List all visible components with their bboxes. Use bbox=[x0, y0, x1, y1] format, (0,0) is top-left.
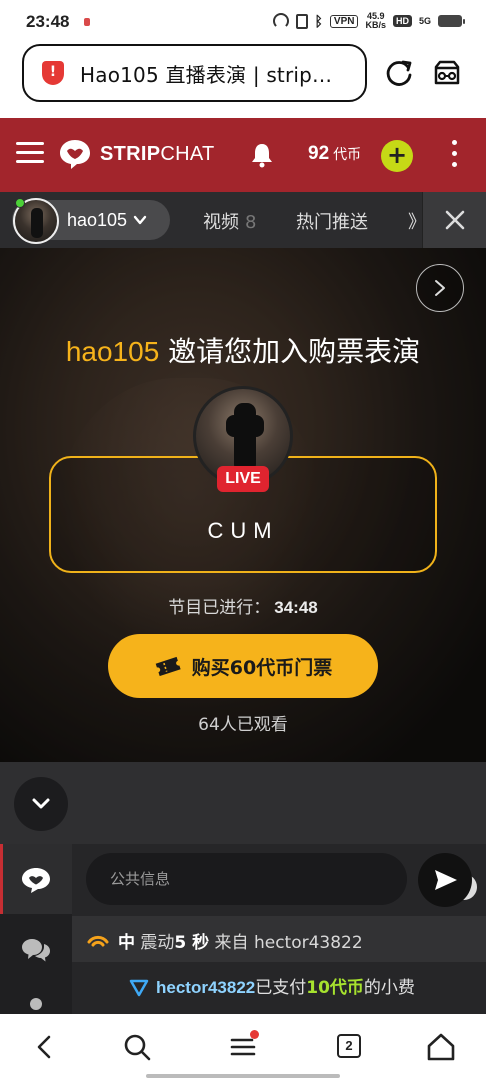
tab-videos[interactable]: 视频 8 bbox=[203, 208, 256, 234]
send-button[interactable] bbox=[418, 853, 472, 907]
site-logo[interactable]: STRIPCHAT bbox=[58, 138, 215, 170]
send-icon bbox=[435, 870, 457, 890]
chat-sidebar bbox=[0, 844, 72, 1014]
address-bar[interactable]: ! Hao105 直播表演 | strip… bbox=[22, 44, 367, 102]
list-item: hector43822已支付10代币的小费 bbox=[72, 964, 486, 1014]
hd-icon: HD bbox=[392, 15, 412, 27]
chat-panel: 公共信息 中 震动5 秒 来自 hector43822 hector43822已… bbox=[0, 844, 486, 1014]
security-warning-icon[interactable]: ! bbox=[42, 61, 64, 85]
token-balance[interactable]: 92 代币 bbox=[308, 143, 361, 165]
chevron-right-icon bbox=[435, 280, 445, 296]
data-saver-icon bbox=[272, 13, 289, 29]
buy-tokens-button[interactable]: + bbox=[381, 140, 413, 172]
page-title: Hao105 直播表演 | strip… bbox=[80, 62, 333, 87]
video-stage: hao105 邀请您加入购票表演 LIVE CUM 节目已进行： 34:48 购买… bbox=[0, 248, 486, 762]
list-item: 中 震动5 秒 来自 hector43822 bbox=[72, 916, 486, 962]
battery-icon bbox=[438, 15, 465, 27]
back-icon[interactable] bbox=[30, 1032, 60, 1062]
site-header: STRIPCHAT 92 代币 + bbox=[0, 118, 486, 192]
ticket-icon bbox=[155, 656, 181, 676]
buy-ticket-button[interactable]: 购买60代币门票 bbox=[108, 634, 378, 698]
network-speed: 45.9 KB/s bbox=[365, 11, 386, 30]
more-options-icon[interactable] bbox=[450, 140, 458, 170]
player-controls bbox=[0, 762, 486, 844]
vibrate-icon bbox=[295, 13, 308, 29]
vpn-icon: VPN bbox=[329, 14, 359, 28]
browser-toolbar: ! Hao105 直播表演 | strip… bbox=[0, 44, 486, 118]
close-button[interactable] bbox=[422, 192, 486, 248]
browser-bottom-nav: 2 bbox=[0, 1014, 486, 1080]
logo-icon bbox=[60, 140, 90, 169]
notification-dot bbox=[250, 1030, 259, 1039]
reader-mode-icon[interactable] bbox=[432, 58, 462, 88]
status-icons: ᛒ VPN 45.9 KB/s HD 5G bbox=[272, 11, 465, 30]
close-icon bbox=[445, 210, 465, 230]
tab-trending[interactable]: 热门推送 bbox=[296, 208, 368, 234]
show-title: CUM bbox=[207, 518, 279, 543]
live-badge: LIVE bbox=[217, 466, 269, 492]
status-bar: 23:48 ᛒ VPN 45.9 KB/s HD 5G bbox=[0, 0, 486, 44]
home-icon[interactable] bbox=[426, 1032, 456, 1062]
chevron-down-icon bbox=[133, 215, 147, 225]
chat-input[interactable]: 公共信息 bbox=[86, 853, 477, 905]
next-model-button[interactable] bbox=[416, 264, 464, 312]
elapsed-time: 节目已进行： 34:48 bbox=[168, 598, 318, 618]
reload-icon[interactable] bbox=[384, 58, 414, 88]
notification-icon bbox=[84, 18, 90, 26]
search-icon[interactable] bbox=[122, 1032, 152, 1062]
chat-bubble-icon bbox=[22, 868, 50, 893]
model-name: hao105 bbox=[67, 209, 128, 230]
user-level-icon bbox=[129, 979, 149, 997]
model-selector[interactable]: hao105 bbox=[12, 197, 170, 244]
menu-icon[interactable] bbox=[16, 142, 44, 166]
clock: 23:48 bbox=[26, 12, 70, 31]
screen: 23:48 ᛒ VPN 45.9 KB/s HD 5G ! Hao105 直播表演… bbox=[0, 0, 486, 1080]
notification-bell-icon[interactable] bbox=[250, 142, 274, 168]
signal-icon: 5G bbox=[418, 16, 431, 26]
gesture-bar bbox=[146, 1074, 340, 1078]
invite-heading: hao105 邀请您加入购票表演 bbox=[65, 335, 421, 368]
viewer-count: 64人已观看 bbox=[198, 715, 288, 735]
vibration-wave-icon bbox=[87, 935, 109, 947]
model-tab-bar: hao105 视频 8 热门推送 》 bbox=[0, 192, 486, 248]
chevron-down-icon bbox=[32, 798, 50, 809]
collapse-button[interactable] bbox=[14, 777, 68, 831]
online-status-dot bbox=[15, 198, 25, 208]
tabs-button[interactable]: 2 bbox=[337, 1034, 361, 1058]
bluetooth-icon: ᛒ bbox=[314, 13, 323, 29]
private-messages-icon[interactable] bbox=[20, 936, 52, 964]
